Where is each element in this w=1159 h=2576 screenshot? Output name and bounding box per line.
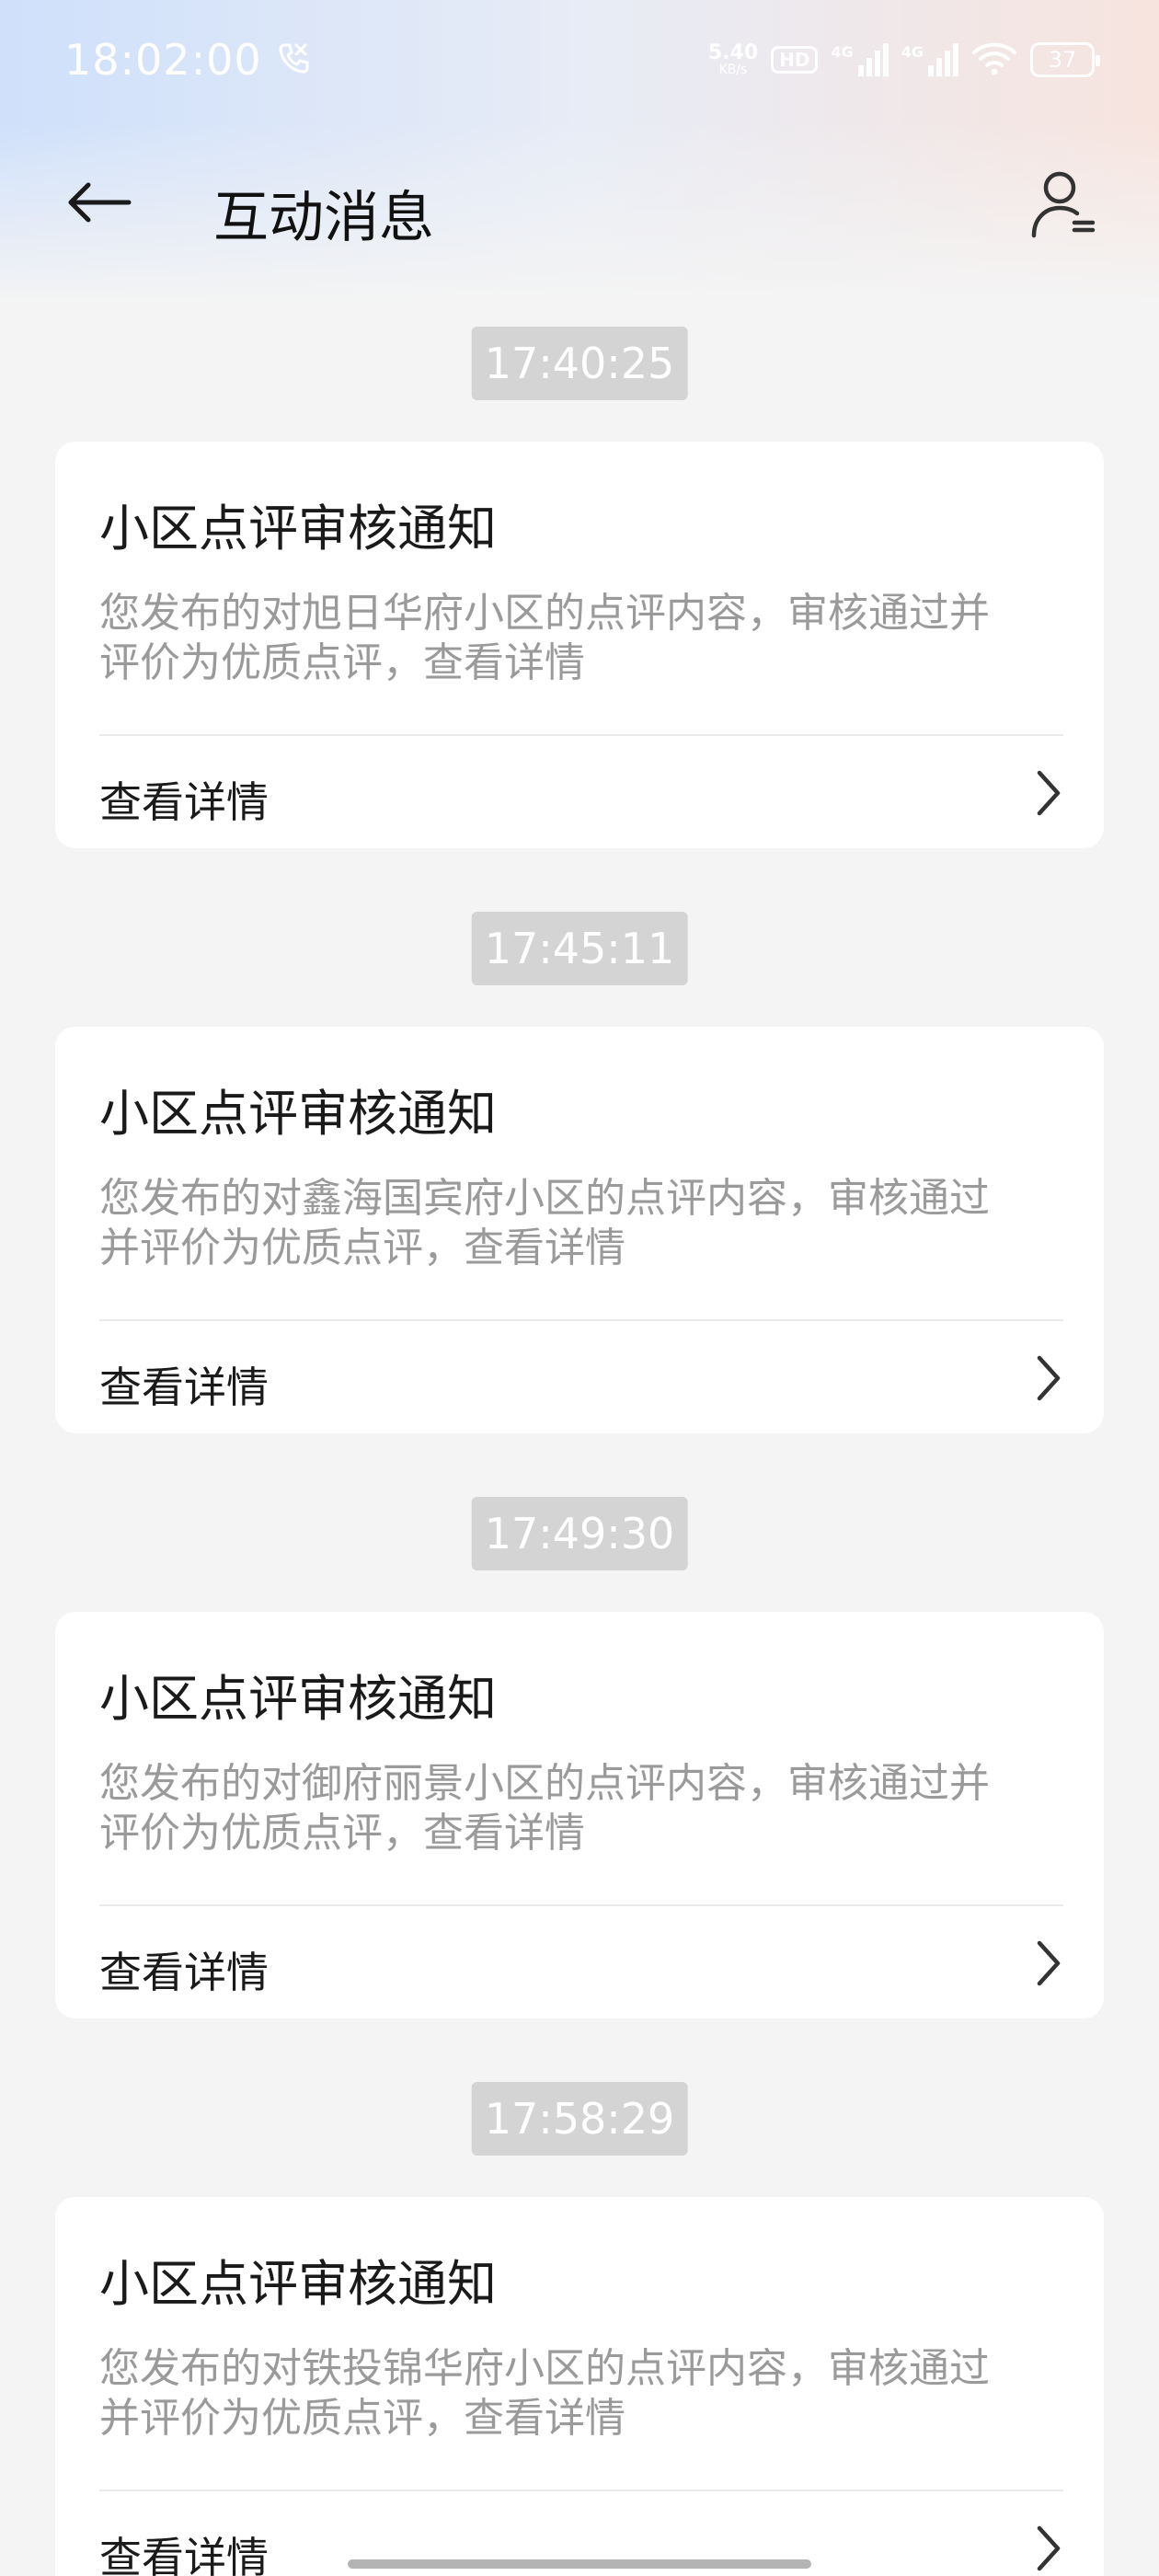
chevron-right-icon: [1037, 1940, 1061, 1986]
notification-card[interactable]: 小区点评审核通知 您发布的对鑫海国宾府小区的点评内容，审核通过 并评价为优质点评…: [55, 1027, 1104, 1433]
message-timestamp: 17:58:29: [471, 2082, 688, 2156]
card-title: 小区点评审核通知: [99, 1670, 497, 1728]
view-details-button[interactable]: 查看详情: [55, 1321, 1104, 1433]
wifi-icon: [971, 40, 1017, 80]
message-timestamp: 17:40:25: [471, 327, 688, 400]
back-arrow-icon: [68, 182, 132, 223]
network-speed: 5.40 KB/s: [707, 41, 759, 77]
user-settings-icon: [1031, 171, 1096, 238]
notification-card[interactable]: 小区点评审核通知 您发布的对铁投锦华府小区的点评内容，审核通过 并评价为优质点评…: [55, 2197, 1104, 2576]
view-details-button[interactable]: 查看详情: [55, 736, 1104, 848]
battery-level: 37: [1048, 47, 1077, 73]
card-body-line: 并评价为优质点评，查看详情: [99, 1225, 625, 1271]
home-indicator[interactable]: [348, 2559, 811, 2569]
phone-call-icon: [275, 40, 312, 80]
back-button[interactable]: [66, 175, 140, 230]
profile-settings-button[interactable]: [1027, 162, 1100, 245]
message-group: 17:45:11 小区点评审核通知 您发布的对鑫海国宾府小区的点评内容，审核通过…: [0, 912, 1159, 1497]
card-body-line: 您发布的对铁投锦华府小区的点评内容，审核通过: [99, 2345, 990, 2392]
card-body-line: 您发布的对御府丽景小区的点评内容，审核通过并: [99, 1760, 990, 1807]
card-body: 您发布的对鑫海国宾府小区的点评内容，审核通过 并评价为优质点评，查看详情: [99, 1174, 1056, 1273]
card-body: 您发布的对旭日华府小区的点评内容，审核通过并 评价为优质点评，查看详情: [99, 589, 1056, 688]
page-title: 互动消息: [213, 186, 434, 250]
card-body: 您发布的对御府丽景小区的点评内容，审核通过并 评价为优质点评，查看详情: [99, 1759, 1056, 1858]
card-body-line: 并评价为优质点评，查看详情: [99, 2395, 625, 2442]
notification-card[interactable]: 小区点评审核通知 您发布的对旭日华府小区的点评内容，审核通过并 评价为优质点评，…: [55, 442, 1104, 848]
chevron-right-icon: [1037, 770, 1061, 816]
notification-card[interactable]: 小区点评审核通知 您发布的对御府丽景小区的点评内容，审核通过并 评价为优质点评，…: [55, 1612, 1104, 2018]
signal-icon-sim2: 4G: [901, 43, 958, 76]
hd-badge: HD: [771, 46, 819, 74]
status-bar: 18:02:00 5.40 KB/s HD 4G 4G 37: [0, 0, 1159, 120]
signal-icon-sim1: 4G: [831, 43, 889, 76]
signal-sim2-label: 4G: [901, 43, 924, 61]
message-timestamp: 17:45:11: [471, 912, 688, 985]
view-details-label: 查看详情: [99, 1363, 269, 1412]
card-title: 小区点评审核通知: [99, 2255, 497, 2313]
view-details-label: 查看详情: [99, 2533, 269, 2576]
card-title: 小区点评审核通知: [99, 500, 497, 558]
view-details-label: 查看详情: [99, 777, 269, 827]
card-body-line: 评价为优质点评，查看详情: [99, 639, 585, 686]
chevron-right-icon: [1037, 1355, 1061, 1401]
card-body-line: 您发布的对旭日华府小区的点评内容，审核通过并: [99, 590, 990, 637]
screen: 18:02:00 5.40 KB/s HD 4G 4G 37 互动消息 17:4…: [0, 0, 1159, 2576]
message-timestamp: 17:49:30: [471, 1497, 688, 1570]
card-body-line: 评价为优质点评，查看详情: [99, 1810, 585, 1857]
message-group: 17:49:30 小区点评审核通知 您发布的对御府丽景小区的点评内容，审核通过并…: [0, 1497, 1159, 2082]
signal-sim1-label: 4G: [831, 43, 854, 61]
card-body: 您发布的对铁投锦华府小区的点评内容，审核通过 并评价为优质点评，查看详情: [99, 2344, 1056, 2444]
message-group: 17:40:25 小区点评审核通知 您发布的对旭日华府小区的点评内容，审核通过并…: [0, 327, 1159, 912]
view-details-label: 查看详情: [99, 1948, 269, 1997]
card-title: 小区点评审核通知: [99, 1085, 497, 1143]
message-group: 17:58:29 小区点评审核通知 您发布的对铁投锦华府小区的点评内容，审核通过…: [0, 2082, 1159, 2576]
card-body-line: 您发布的对鑫海国宾府小区的点评内容，审核通过: [99, 1175, 990, 1222]
message-list[interactable]: 17:40:25 小区点评审核通知 您发布的对旭日华府小区的点评内容，审核通过并…: [0, 327, 1159, 2576]
view-details-button[interactable]: 查看详情: [55, 1906, 1104, 2018]
status-right: 5.40 KB/s HD 4G 4G 37: [707, 40, 1100, 80]
battery-icon: 37: [1030, 42, 1100, 77]
network-speed-unit: KB/s: [718, 63, 748, 77]
chevron-right-icon: [1037, 2525, 1061, 2571]
network-speed-value: 5.40: [707, 41, 759, 64]
status-left: 18:02:00: [64, 35, 312, 85]
app-header: 互动消息: [0, 147, 1159, 258]
status-time: 18:02:00: [64, 35, 262, 85]
